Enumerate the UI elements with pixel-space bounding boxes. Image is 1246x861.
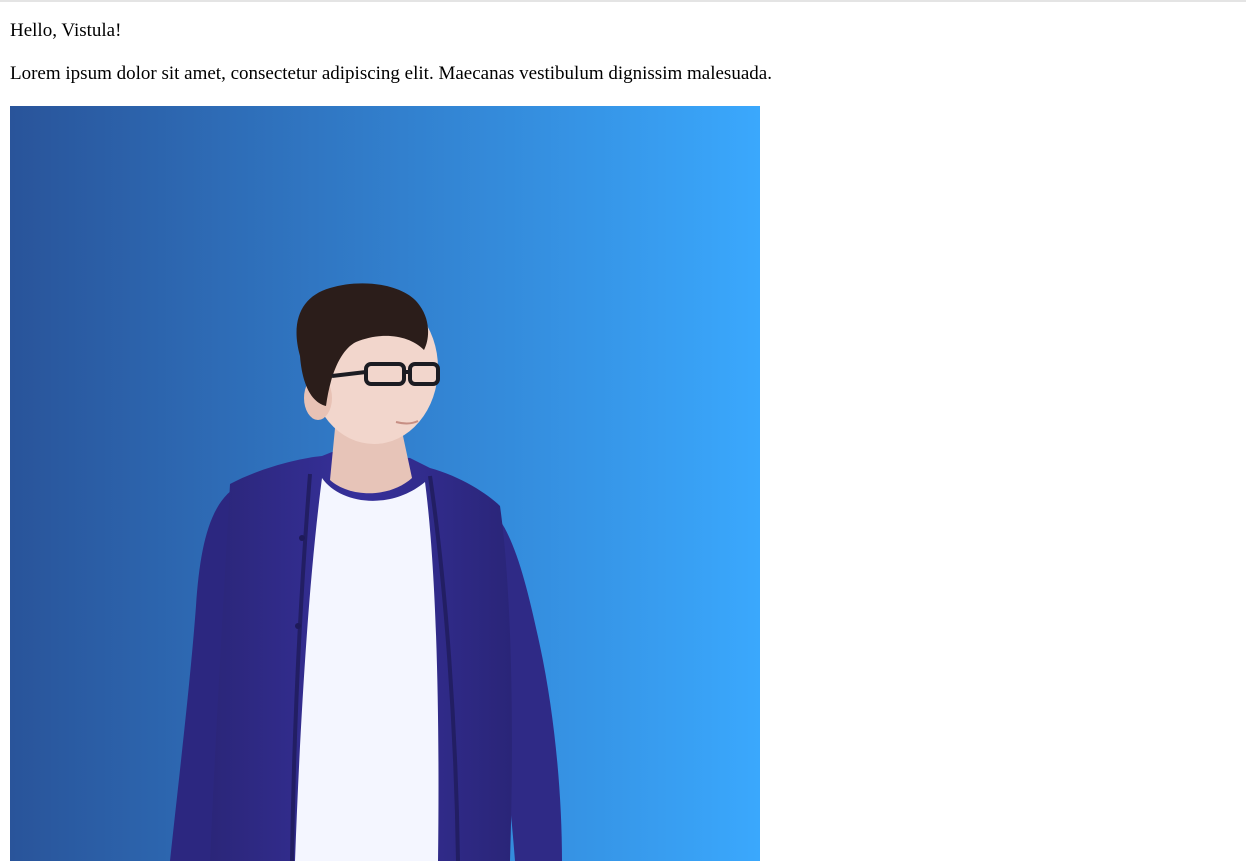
portrait-illustration [10, 106, 760, 861]
greeting-text: Hello, Vistula! [10, 20, 122, 41]
portrait-photo [10, 106, 760, 861]
shirt-button [295, 623, 301, 629]
top-divider [0, 0, 1246, 2]
shirt-button [299, 535, 305, 541]
intro-paragraph: Lorem ipsum dolor sit amet, consectetur … [10, 63, 772, 84]
tshirt [295, 478, 439, 861]
